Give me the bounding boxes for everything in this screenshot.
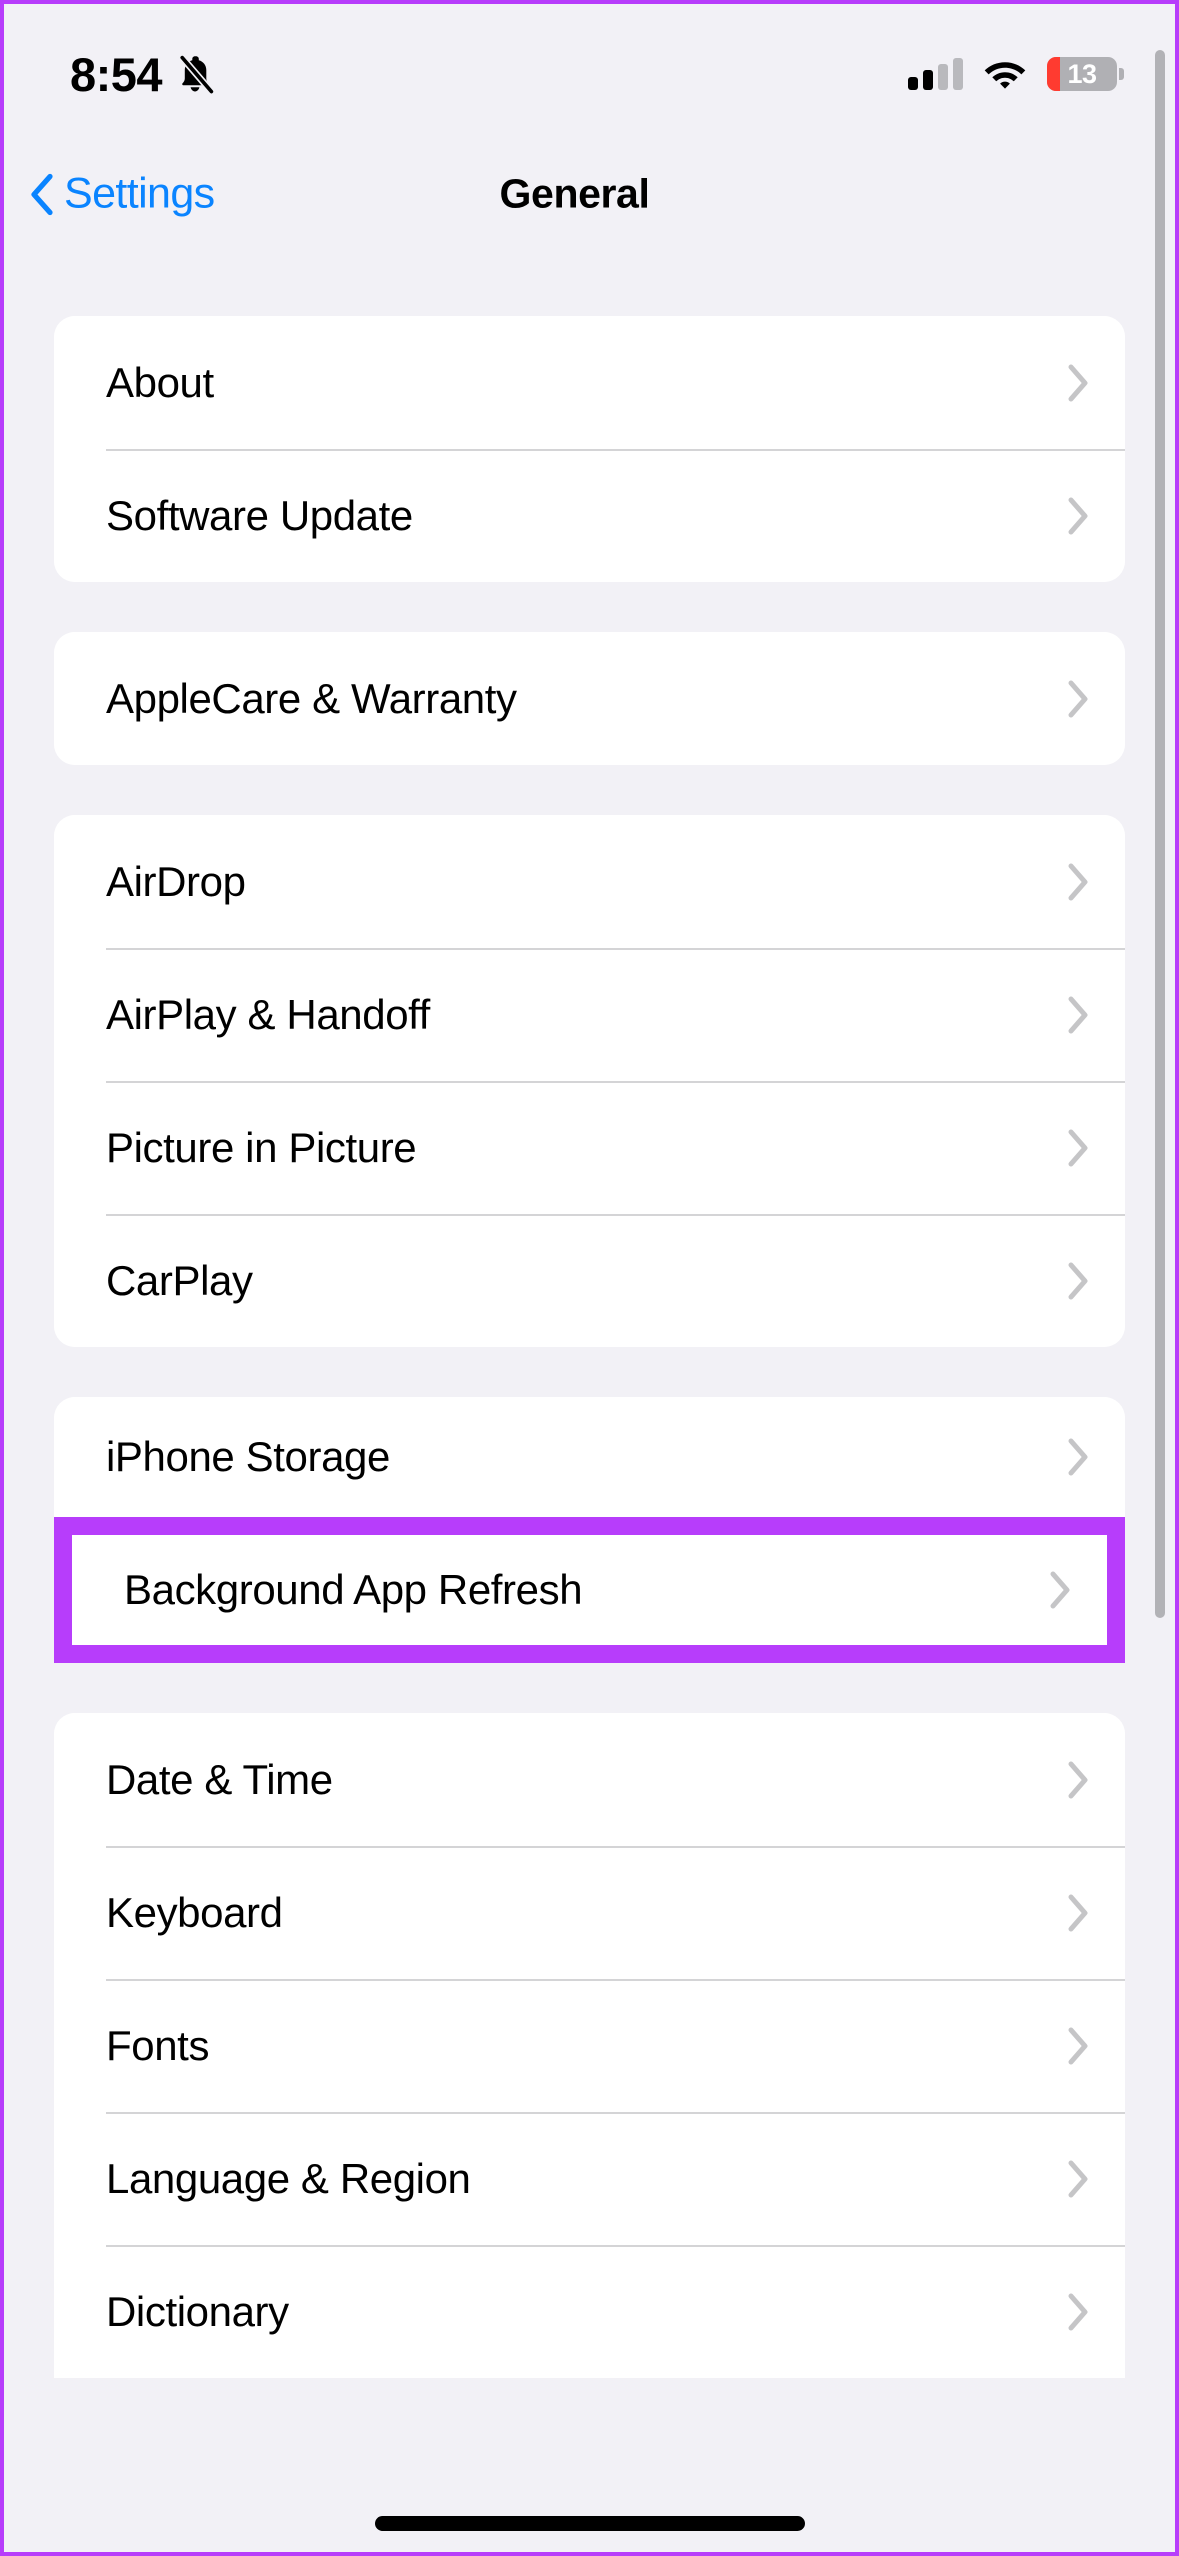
status-bar-clock: 8:54 bbox=[70, 47, 163, 101]
vertical-scrollbar[interactable] bbox=[1155, 50, 1165, 1618]
battery-level-label: 13 bbox=[1067, 58, 1097, 89]
row-label: AirDrop bbox=[106, 857, 246, 905]
chevron-right-icon bbox=[1067, 497, 1089, 535]
settings-row-date-time[interactable]: Date & Time bbox=[54, 1713, 1125, 1846]
cellular-signal-icon bbox=[908, 58, 963, 90]
home-indicator[interactable] bbox=[374, 2516, 805, 2531]
settings-row-picture-in-picture[interactable]: Picture in Picture bbox=[54, 1081, 1125, 1214]
chevron-right-icon bbox=[1067, 1129, 1089, 1167]
chevron-right-icon bbox=[1067, 1761, 1089, 1799]
bell-slash-icon bbox=[176, 53, 215, 96]
settings-row-about[interactable]: About bbox=[54, 316, 1125, 449]
row-label: Background App Refresh bbox=[124, 1566, 583, 1613]
row-label: Software Update bbox=[106, 491, 413, 539]
chevron-right-icon bbox=[1067, 680, 1089, 718]
group-highlighted: Background App Refresh bbox=[54, 1517, 1125, 1663]
battery-icon: 13 bbox=[1047, 57, 1124, 91]
row-label: About bbox=[106, 358, 214, 406]
chevron-right-icon bbox=[1067, 863, 1089, 901]
status-bar: 8:54 13 bbox=[4, 4, 1175, 144]
chevron-right-icon bbox=[1067, 1894, 1089, 1932]
settings-row-iphone-storage[interactable]: iPhone Storage bbox=[54, 1397, 1125, 1517]
row-label: AirPlay & Handoff bbox=[106, 990, 430, 1038]
chevron-right-icon bbox=[1067, 996, 1089, 1034]
highlight-box: Background App Refresh bbox=[54, 1517, 1125, 1663]
chevron-right-icon bbox=[1067, 2160, 1089, 2198]
navigation-bar: Settings General bbox=[4, 144, 1175, 244]
settings-row-carplay[interactable]: CarPlay bbox=[54, 1214, 1125, 1347]
row-label: AppleCare & Warranty bbox=[106, 674, 517, 722]
row-label: Picture in Picture bbox=[106, 1123, 417, 1171]
settings-row-background-app-refresh[interactable]: Background App Refresh bbox=[72, 1535, 1107, 1645]
status-bar-left: 8:54 bbox=[70, 47, 215, 101]
settings-row-software-update[interactable]: Software Update bbox=[54, 449, 1125, 582]
settings-list[interactable]: About Software Update AppleCare & Warran… bbox=[4, 244, 1175, 2552]
chevron-right-icon bbox=[1067, 364, 1089, 402]
chevron-right-icon bbox=[1067, 1262, 1089, 1300]
settings-row-airdrop[interactable]: AirDrop bbox=[54, 815, 1125, 948]
row-label: Date & Time bbox=[106, 1755, 333, 1803]
chevron-right-icon bbox=[1049, 1571, 1071, 1609]
settings-row-applecare-warranty[interactable]: AppleCare & Warranty bbox=[54, 632, 1125, 765]
iphone-screen: 8:54 13 Settings General About Software … bbox=[0, 0, 1179, 2556]
settings-row-dictionary[interactable]: Dictionary bbox=[54, 2245, 1125, 2378]
group-localization: Date & Time Keyboard Fonts Language & Re… bbox=[54, 1713, 1125, 2378]
row-label: Fonts bbox=[106, 2021, 210, 2069]
chevron-right-icon bbox=[1067, 2027, 1089, 2065]
row-label: Language & Region bbox=[106, 2154, 471, 2202]
chevron-right-icon bbox=[1067, 2293, 1089, 2331]
group-storage: iPhone Storage bbox=[54, 1397, 1125, 1517]
row-label: iPhone Storage bbox=[106, 1433, 390, 1480]
wifi-icon bbox=[983, 58, 1027, 90]
settings-row-language-region[interactable]: Language & Region bbox=[54, 2112, 1125, 2245]
group-applecare: AppleCare & Warranty bbox=[54, 632, 1125, 765]
row-label: Keyboard bbox=[106, 1888, 283, 1936]
page-title: General bbox=[499, 170, 650, 217]
battery-fill bbox=[1047, 57, 1060, 91]
settings-row-keyboard[interactable]: Keyboard bbox=[54, 1846, 1125, 1979]
group-info: About Software Update bbox=[54, 316, 1125, 582]
settings-row-fonts[interactable]: Fonts bbox=[54, 1979, 1125, 2112]
row-label: CarPlay bbox=[106, 1256, 253, 1304]
group-connectivity: AirDrop AirPlay & Handoff Picture in Pic… bbox=[54, 815, 1125, 1347]
chevron-right-icon bbox=[1067, 1438, 1089, 1476]
row-label: Dictionary bbox=[106, 2287, 289, 2335]
status-bar-right: 13 bbox=[908, 57, 1124, 91]
settings-row-airplay-handoff[interactable]: AirPlay & Handoff bbox=[54, 948, 1125, 1081]
